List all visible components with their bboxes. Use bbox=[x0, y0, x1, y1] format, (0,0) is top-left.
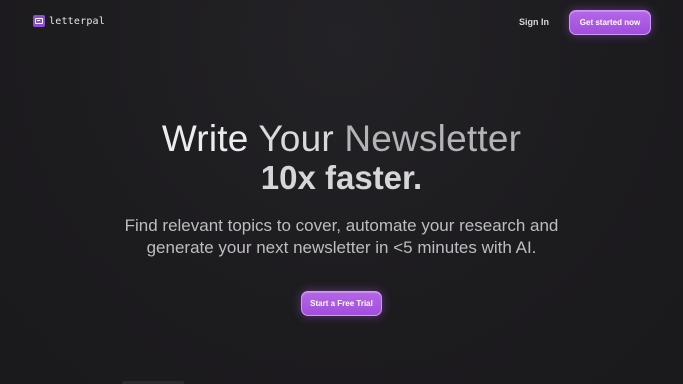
headline-word-write: Write bbox=[161, 118, 249, 159]
letter-icon bbox=[33, 15, 45, 27]
hero-subtitle-line-2: generate your next newsletter in <5 minu… bbox=[146, 238, 537, 257]
get-started-button[interactable]: Get started now bbox=[569, 10, 651, 35]
hero-section: Write Your Newsletter 10x faster. bbox=[0, 118, 683, 196]
hero-subtitle-line-1: Find relevant topics to cover, automate … bbox=[124, 216, 559, 235]
hero-subtitle: Find relevant topics to cover, automate … bbox=[0, 215, 683, 259]
headline-word-your: Your bbox=[258, 118, 334, 159]
start-free-trial-button[interactable]: Start a Free Trial bbox=[301, 291, 382, 316]
hero-headline: Write Your Newsletter bbox=[0, 118, 683, 160]
top-nav: letterpal Sign In Get started now bbox=[0, 0, 683, 45]
brand-logo[interactable]: letterpal bbox=[33, 15, 105, 27]
headline-word-newsletter: Newsletter bbox=[344, 118, 522, 159]
brand-name: letterpal bbox=[49, 15, 105, 27]
hero-headline-emphasis: 10x faster. bbox=[260, 159, 423, 196]
sign-in-link[interactable]: Sign In bbox=[519, 17, 549, 27]
landing-page: letterpal Sign In Get started now Write … bbox=[0, 0, 683, 384]
